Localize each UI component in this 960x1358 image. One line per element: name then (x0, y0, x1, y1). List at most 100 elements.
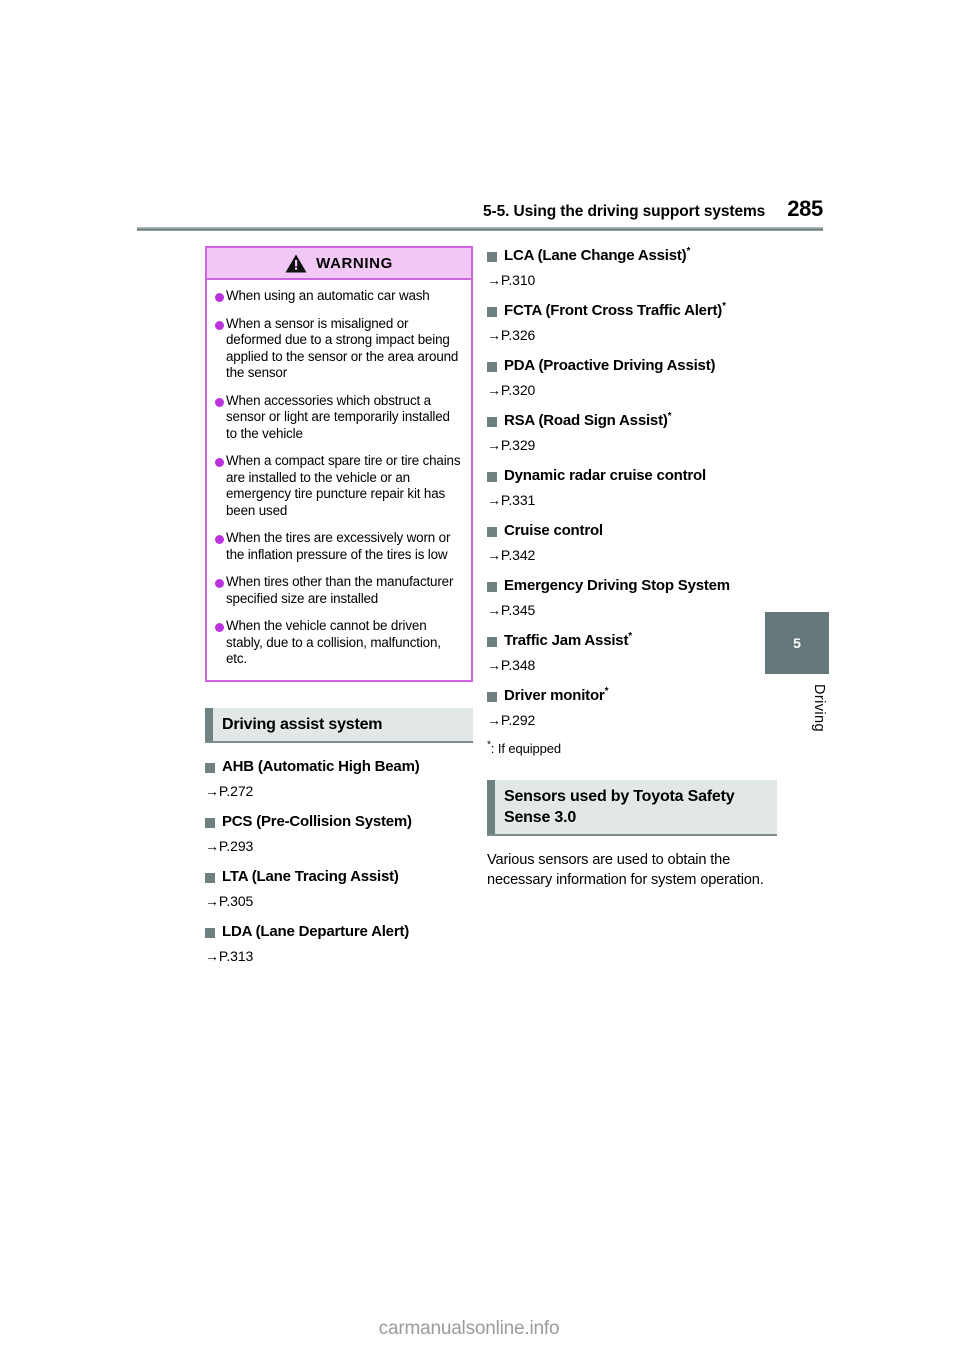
list-item-label-text: Driver monitor (504, 687, 605, 704)
list-item-reference[interactable]: →P.293 (205, 837, 473, 856)
list-item[interactable]: Dynamic radar cruise control →P.331 (487, 466, 777, 510)
list-item[interactable]: Driver monitor* →P.292 (487, 686, 777, 730)
arrow-right-icon: → (487, 272, 501, 288)
arrow-right-icon: → (487, 492, 501, 508)
list-item-reference[interactable]: →P.313 (205, 947, 473, 966)
warning-callout-box: WARNING When using an automatic car wash… (205, 246, 473, 682)
list-item-reference[interactable]: →P.348 (487, 656, 777, 675)
list-item-label: Driver monitor* (504, 686, 608, 706)
list-item-reference[interactable]: →P.342 (487, 546, 777, 565)
section-header-sensors: Sensors used by Toyota Safety Sense 3.0 (487, 780, 777, 836)
list-item-heading: LCA (Lane Change Assist)* (487, 246, 777, 266)
warning-list-item-text: When the tires are excessively worn or t… (226, 530, 451, 562)
bullet-dot-icon (215, 535, 224, 544)
list-item-reference-page: P.305 (218, 892, 254, 909)
list-item-reference-page: P.313 (218, 947, 254, 964)
square-marker-icon (487, 417, 497, 427)
list-item-reference[interactable]: →P.326 (487, 326, 777, 345)
list-item-reference-page: P.310 (500, 272, 536, 288)
bullet-dot-icon (215, 458, 224, 467)
footnote-marker: * (604, 686, 609, 697)
list-item-reference[interactable]: →P.320 (487, 381, 777, 400)
warning-list-item: When accessories which obstruct a sensor… (215, 393, 461, 443)
arrow-right-icon: → (487, 547, 501, 563)
arrow-right-icon: → (205, 947, 219, 964)
list-item-heading: FCTA (Front Cross Traffic Alert)* (487, 301, 777, 321)
square-marker-icon (487, 527, 497, 537)
section-accent-bar (205, 707, 213, 741)
square-marker-icon (487, 472, 497, 482)
warning-list-item: When a compact spare tire or tire chains… (215, 453, 461, 519)
sensors-body-paragraph: Various sensors are used to obtain the n… (487, 852, 764, 888)
warning-list-item: When the tires are excessively worn or t… (215, 530, 461, 563)
list-item-heading: PCS (Pre-Collision System) (205, 812, 473, 832)
list-item[interactable]: PDA (Proactive Driving Assist) →P.320 (487, 356, 777, 400)
list-item-reference[interactable]: →P.292 (487, 711, 777, 730)
site-watermark: carmanualsonline.info (378, 1318, 560, 1339)
warning-list-item: When the vehicle cannot be driven stably… (215, 618, 461, 668)
footnote-marker: * (628, 631, 632, 642)
page-header: 5-5. Using the driving support systems 2… (137, 196, 823, 231)
list-item-label: PCS (Pre-Collision System) (222, 812, 412, 830)
arrow-right-icon: → (487, 712, 501, 728)
safety-system-item-list: LCA (Lane Change Assist)* →P.310 FCTA (F… (487, 246, 777, 730)
list-item-heading: Traffic Jam Assist* (487, 631, 777, 651)
footnote-marker: * (686, 246, 691, 257)
list-item[interactable]: Emergency Driving Stop System →P.345 (487, 576, 777, 620)
list-item-heading: Dynamic radar cruise control (487, 466, 777, 486)
list-item-reference-page: P.326 (500, 327, 536, 343)
bullet-dot-icon (215, 623, 224, 632)
warning-list-item-text: When a sensor is misaligned or deformed … (226, 315, 459, 381)
arrow-right-icon: → (487, 382, 501, 398)
warning-callout-title: WARNING (316, 254, 393, 272)
arrow-right-icon: → (487, 437, 501, 453)
footnote-line: *: If equipped (487, 740, 777, 756)
chapter-tab-label: Driving (811, 684, 827, 732)
list-item[interactable]: Traffic Jam Assist* →P.348 (487, 631, 777, 675)
list-item[interactable]: PCS (Pre-Collision System) →P.293 (205, 812, 473, 856)
list-item-label-text: Traffic Jam Assist (504, 632, 629, 649)
list-item-reference[interactable]: →P.345 (487, 601, 777, 620)
section-header-title: Driving assist system (222, 715, 383, 733)
list-item-reference[interactable]: →P.331 (487, 491, 777, 510)
chapter-tab-marker: 5 (765, 612, 829, 674)
breadcrumb-section-title: 5-5. Using the driving support systems (483, 203, 766, 220)
section-header-driving-assist: Driving assist system (205, 707, 473, 743)
list-item[interactable]: LDA (Lane Departure Alert) →P.313 (205, 922, 473, 966)
list-item[interactable]: RSA (Road Sign Assist)* →P.329 (487, 411, 777, 455)
list-item-label-text: RSA (Road Sign Assist) (504, 412, 668, 429)
list-item-label: LTA (Lane Tracing Assist) (222, 867, 399, 885)
list-item-reference-page: P.272 (218, 782, 254, 799)
list-item-label: PDA (Proactive Driving Assist) (504, 357, 716, 374)
list-item-label: Cruise control (504, 522, 603, 539)
list-item-reference[interactable]: →P.272 (205, 782, 473, 801)
square-marker-icon (487, 252, 497, 262)
list-item[interactable]: LTA (Lane Tracing Assist) →P.305 (205, 867, 473, 911)
list-item-reference[interactable]: →P.310 (487, 271, 777, 290)
list-item-reference-page: P.345 (500, 602, 536, 618)
list-item[interactable]: AHB (Automatic High Beam) →P.272 (205, 757, 473, 801)
list-item[interactable]: Cruise control →P.342 (487, 521, 777, 565)
left-column: WARNING When using an automatic car wash… (205, 246, 473, 977)
list-item-reference-page: P.348 (500, 657, 536, 673)
list-item[interactable]: FCTA (Front Cross Traffic Alert)* →P.326 (487, 301, 777, 345)
warning-callout-header: WARNING (207, 248, 471, 280)
bullet-dot-icon (215, 397, 224, 407)
list-item-label: Traffic Jam Assist* (504, 631, 632, 651)
bullet-dot-icon (215, 293, 224, 302)
square-marker-icon (487, 582, 497, 592)
warning-list-item-text: When the vehicle cannot be driven stably… (226, 618, 441, 666)
list-item-label: RSA (Road Sign Assist)* (504, 411, 672, 431)
square-marker-icon (205, 817, 215, 828)
bullet-dot-icon (215, 320, 224, 330)
square-marker-icon (487, 307, 497, 317)
list-item-label: LDA (Lane Departure Alert) (222, 922, 410, 940)
section-header-title: Sensors used by Toyota Safety Sense 3.0 (504, 788, 735, 826)
list-item-reference-page: P.292 (500, 712, 536, 728)
list-item-reference[interactable]: →P.329 (487, 436, 777, 455)
list-item-reference[interactable]: →P.305 (205, 892, 473, 911)
list-item-heading: Emergency Driving Stop System (487, 576, 777, 596)
list-item-reference-page: P.320 (500, 382, 536, 398)
warning-list-item: When tires other than the manufacturer s… (215, 574, 461, 607)
list-item[interactable]: LCA (Lane Change Assist)* →P.310 (487, 246, 777, 290)
